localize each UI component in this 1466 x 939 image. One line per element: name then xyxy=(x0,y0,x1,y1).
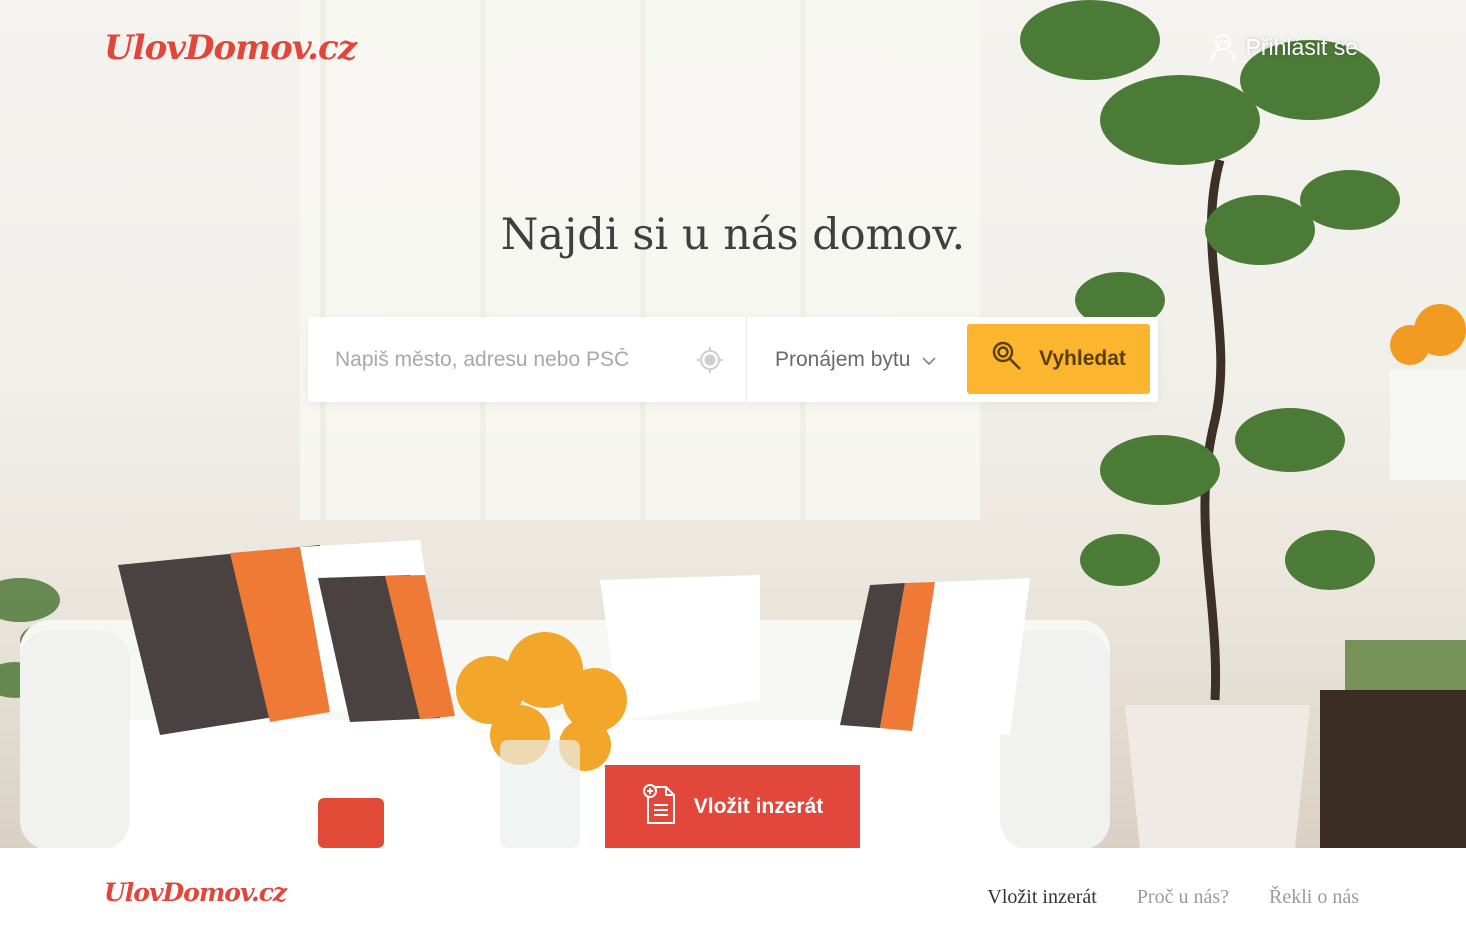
nav-item-testimonials[interactable]: Řekli o nás xyxy=(1269,886,1359,909)
search-button-label: Vyhledat xyxy=(1039,347,1126,370)
page-headline: Najdi si u nás domov. xyxy=(500,210,966,260)
listing-type-value: Pronájem bytu xyxy=(775,347,911,371)
post-listing-button[interactable]: Vložit inzerát xyxy=(605,765,860,848)
nav-item-post-listing[interactable]: Vložit inzerát xyxy=(987,886,1096,909)
nav-item-why-us[interactable]: Proč u nás? xyxy=(1137,886,1229,909)
document-add-icon xyxy=(642,783,676,831)
footer-brand-logo[interactable]: UlovDomov.cz xyxy=(104,878,287,907)
location-input[interactable] xyxy=(308,317,675,402)
magnifier-icon xyxy=(991,340,1023,378)
brand-logo[interactable]: UlovDomov.cz xyxy=(104,28,357,68)
search-bar: Pronájem bytu Vyhledat xyxy=(308,317,1158,402)
footer-nav-bar: UlovDomov.cz Vložit inzerát Proč u nás? … xyxy=(0,848,1466,939)
crosshair-icon[interactable] xyxy=(696,346,724,378)
listing-type-select[interactable]: Pronájem bytu xyxy=(747,317,966,402)
search-button[interactable]: Vyhledat xyxy=(967,324,1150,394)
hero-section: UlovDomov.cz Přihlásit se Najdi si u nás… xyxy=(0,0,1466,848)
login-button[interactable]: Přihlásit se xyxy=(1210,33,1358,61)
login-label: Přihlásit se xyxy=(1245,33,1358,60)
post-listing-label: Vložit inzerát xyxy=(693,794,824,818)
user-icon xyxy=(1210,33,1236,61)
location-field xyxy=(308,317,747,402)
living-room-background-image xyxy=(0,0,1466,848)
footer-nav: Vložit inzerát Proč u nás? Řekli o nás xyxy=(987,886,1359,909)
chevron-down-icon xyxy=(922,348,937,372)
